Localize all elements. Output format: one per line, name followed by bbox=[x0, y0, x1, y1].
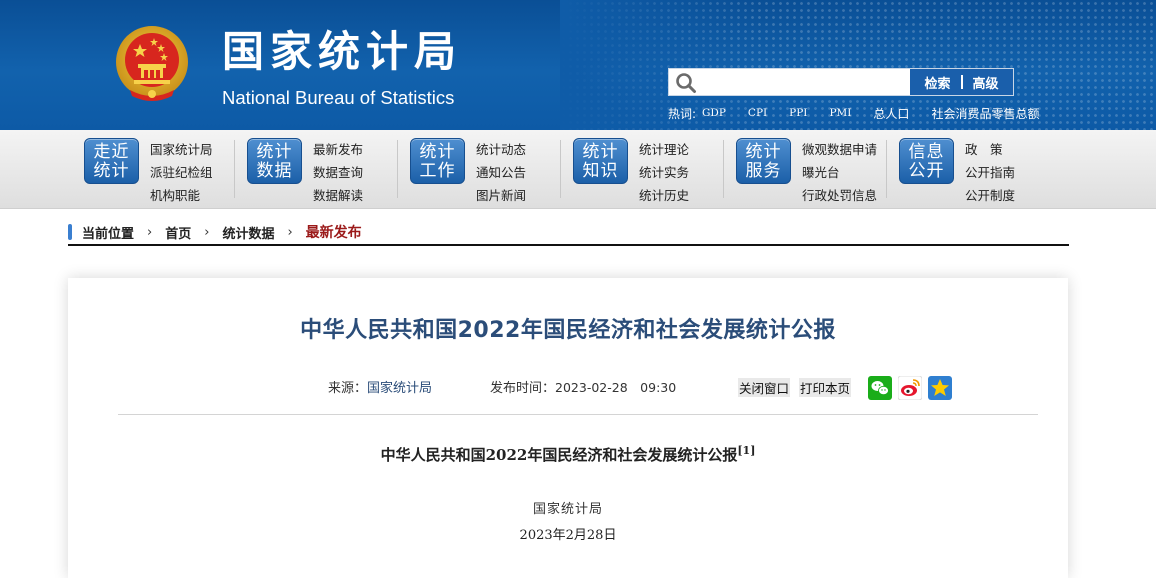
article-body-title: 中华人民共和国2022年国民经济和社会发展统计公报[1] bbox=[380, 444, 756, 464]
nav-links-knowledge: 统计理论 统计实务 统计历史 bbox=[639, 138, 689, 207]
nav-badge-about[interactable]: 走近 统计 bbox=[84, 138, 139, 184]
weibo-icon[interactable] bbox=[898, 376, 922, 400]
nav-links-service: 微观数据申请 曝光台 行政处罚信息 bbox=[802, 138, 877, 207]
site-title-english[interactable]: National Bureau of Statistics bbox=[222, 86, 454, 110]
breadcrumb-home[interactable]: 首页 bbox=[165, 223, 191, 242]
national-emblem-icon[interactable] bbox=[114, 24, 190, 104]
hot-word-cpi[interactable]: CPI bbox=[748, 107, 767, 119]
nav-divider bbox=[886, 140, 887, 198]
nav-badge-service[interactable]: 统计 服务 bbox=[736, 138, 791, 184]
breadcrumb-label: 当前位置 bbox=[82, 226, 135, 242]
nav-badge-disclosure[interactable]: 信息 公开 bbox=[899, 138, 954, 184]
publish-time-value: 2023-02-28 09:30 bbox=[555, 380, 677, 395]
chevron-right-icon: › bbox=[204, 224, 210, 240]
search-button-divider bbox=[960, 75, 963, 89]
nav-links-about: 国家统计局 派驻纪检组 机构职能 bbox=[150, 138, 213, 207]
nav-link[interactable]: 最新发布 bbox=[313, 138, 363, 161]
hot-word-retail-sales[interactable]: 社会消费品零售总额 bbox=[931, 105, 1039, 122]
source-label: 来源： bbox=[328, 381, 368, 396]
nav-link[interactable]: 政 策 bbox=[965, 138, 1015, 161]
nav-link[interactable]: 图片新闻 bbox=[476, 184, 526, 207]
nav-link[interactable]: 行政处罚信息 bbox=[802, 184, 877, 207]
nav-link[interactable]: 微观数据申请 bbox=[802, 138, 877, 161]
nav-divider bbox=[234, 140, 235, 198]
nav-link[interactable]: 统计动态 bbox=[476, 138, 526, 161]
article-title: 中华人民共和国2022年国民经济和社会发展统计公报 bbox=[300, 318, 836, 343]
breadcrumb-current[interactable]: 最新发布 bbox=[306, 222, 362, 242]
hot-words-label: 热词: bbox=[668, 106, 697, 121]
chevron-right-icon: › bbox=[147, 224, 153, 240]
article-body-date: 2023年2月28日 bbox=[519, 528, 617, 543]
search-box: 检索 高级 bbox=[668, 68, 1014, 96]
nav-links-data: 最新发布 数据查询 数据解读 bbox=[313, 138, 363, 207]
nav-link[interactable]: 机构职能 bbox=[150, 184, 213, 207]
search-icon bbox=[676, 73, 696, 93]
nav-link[interactable]: 派驻纪检组 bbox=[150, 161, 213, 184]
advanced-search-button[interactable]: 高级 bbox=[973, 73, 999, 92]
nav-link[interactable]: 统计理论 bbox=[639, 138, 689, 161]
nav-link[interactable]: 数据查询 bbox=[313, 161, 363, 184]
breadcrumb-statistics-data[interactable]: 统计数据 bbox=[222, 223, 274, 242]
nav-link[interactable]: 国家统计局 bbox=[150, 138, 213, 161]
site-header: 国家统计局 National Bureau of Statistics 检索 高… bbox=[0, 0, 1156, 130]
breadcrumb: 当前位置 › 首页 › 统计数据 › 最新发布 bbox=[68, 220, 1069, 246]
article-source: 来源：国家统计局 bbox=[328, 377, 432, 396]
search-buttons: 检索 高级 bbox=[910, 69, 1013, 95]
nav-links-work: 统计动态 通知公告 图片新闻 bbox=[476, 138, 526, 207]
article-meta: 来源：国家统计局 发布时间：2023-02-28 09:30 关闭窗口 打印本页 bbox=[68, 376, 1068, 400]
publish-time-label: 发布时间： bbox=[490, 381, 556, 396]
article-panel: 中华人民共和国2022年国民经济和社会发展统计公报 来源：国家统计局 发布时间：… bbox=[68, 278, 1068, 578]
hot-word-pmi[interactable]: PMI bbox=[829, 107, 851, 119]
hot-word-ppi[interactable]: PPI bbox=[789, 107, 807, 119]
nav-badge-work[interactable]: 统计 工作 bbox=[410, 138, 465, 184]
nav-badge-data[interactable]: 统计 数据 bbox=[247, 138, 302, 184]
article-body-author: 国家统计局 bbox=[532, 502, 603, 517]
nav-link[interactable]: 统计历史 bbox=[639, 184, 689, 207]
print-page-button[interactable]: 打印本页 bbox=[799, 378, 852, 397]
footnote-marker[interactable]: [1] bbox=[737, 444, 755, 457]
nav-divider bbox=[723, 140, 724, 198]
breadcrumb-marker bbox=[68, 224, 72, 240]
site-title-chinese[interactable]: 国家统计局 bbox=[222, 26, 462, 78]
nav-divider bbox=[560, 140, 561, 198]
nav-link[interactable]: 通知公告 bbox=[476, 161, 526, 184]
chevron-right-icon: › bbox=[287, 224, 293, 240]
nav-link[interactable]: 公开制度 bbox=[965, 184, 1015, 207]
nav-link[interactable]: 曝光台 bbox=[802, 161, 877, 184]
main-navigation: 走近 统计 国家统计局 派驻纪检组 机构职能 统计 数据 最新发布 数据查询 数据解… bbox=[0, 130, 1156, 209]
nav-link[interactable]: 公开指南 bbox=[965, 161, 1015, 184]
close-window-button[interactable]: 关闭窗口 bbox=[738, 378, 791, 397]
qzone-icon[interactable] bbox=[928, 376, 952, 400]
nav-divider bbox=[397, 140, 398, 198]
wechat-icon[interactable] bbox=[868, 376, 892, 400]
search-button[interactable]: 检索 bbox=[924, 73, 950, 92]
hot-word-population[interactable]: 总人口 bbox=[873, 105, 909, 122]
nav-link[interactable]: 数据解读 bbox=[313, 184, 363, 207]
hot-word-gdp[interactable]: GDP bbox=[702, 107, 726, 119]
nav-links-disclosure: 政 策 公开指南 公开制度 bbox=[965, 138, 1015, 207]
article-publish-time: 发布时间：2023-02-28 09:30 bbox=[490, 377, 676, 396]
hot-words: 热词: GDP CPI PPI PMI 总人口 社会消费品零售总额 bbox=[668, 104, 1039, 122]
nav-badge-knowledge[interactable]: 统计 知识 bbox=[573, 138, 628, 184]
source-value: 国家统计局 bbox=[367, 381, 433, 396]
nav-link[interactable]: 统计实务 bbox=[639, 161, 689, 184]
search-input[interactable] bbox=[701, 71, 907, 93]
divider-line bbox=[118, 414, 1038, 415]
